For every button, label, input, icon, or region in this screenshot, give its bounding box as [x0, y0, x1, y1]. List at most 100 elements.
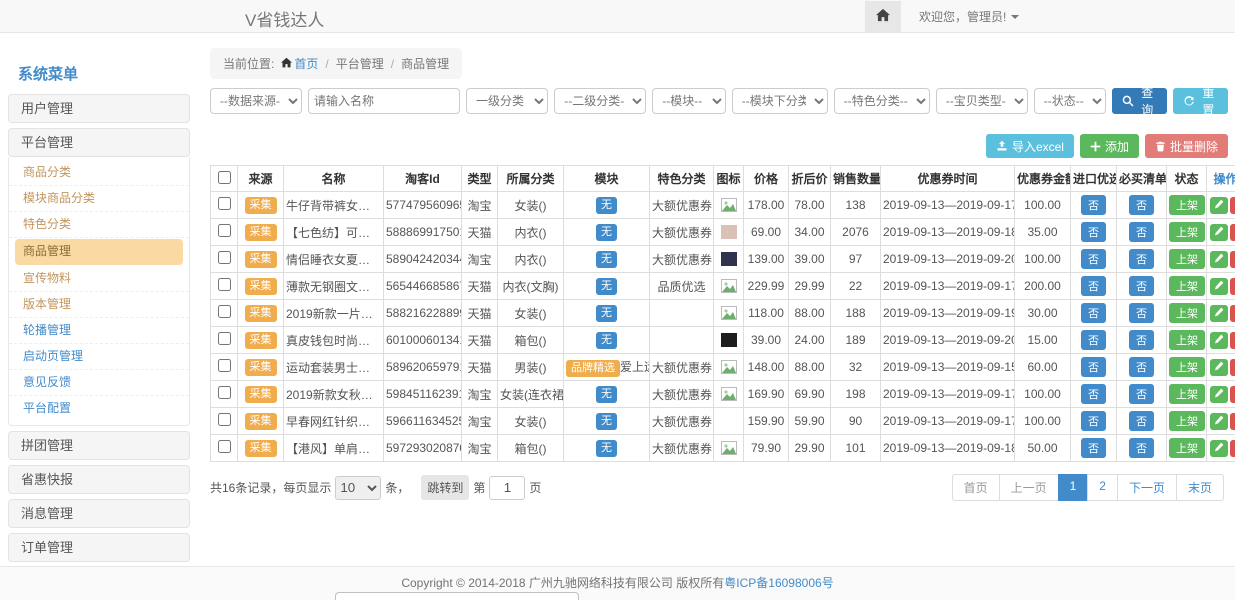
item-type-select[interactable]: --宝贝类型-- — [936, 88, 1028, 114]
home-button[interactable] — [865, 1, 901, 33]
status-on-shelf-button[interactable]: 上架 — [1169, 438, 1205, 458]
sidebar-item-商品分类[interactable]: 商品分类 — [9, 160, 189, 186]
must-buy-toggle[interactable]: 否 — [1129, 195, 1154, 215]
select-all-checkbox[interactable] — [218, 171, 231, 184]
breadcrumb-home-link[interactable]: 首页 — [281, 55, 318, 72]
sidebar-item-特色分类[interactable]: 特色分类 — [9, 212, 189, 238]
batch-delete-button[interactable]: 批量删除 — [1145, 134, 1228, 158]
sidebar-item-平台配置[interactable]: 平台配置 — [9, 396, 189, 422]
add-button[interactable]: 添加 — [1080, 134, 1139, 158]
delete-button[interactable] — [1230, 251, 1235, 268]
edit-button[interactable] — [1210, 224, 1228, 241]
row-checkbox[interactable] — [218, 278, 231, 291]
row-checkbox[interactable] — [218, 386, 231, 399]
delete-button[interactable] — [1230, 224, 1235, 241]
must-buy-toggle[interactable]: 否 — [1129, 249, 1154, 269]
sidebar-group-平台管理[interactable]: 平台管理 — [8, 128, 190, 157]
sidebar-group-拼团管理[interactable]: 拼团管理 — [8, 431, 190, 460]
edit-button[interactable] — [1210, 278, 1228, 295]
import-select-toggle[interactable]: 否 — [1081, 411, 1106, 431]
must-buy-toggle[interactable]: 否 — [1129, 357, 1154, 377]
row-checkbox[interactable] — [218, 359, 231, 372]
sidebar-item-意见反馈[interactable]: 意见反馈 — [9, 370, 189, 396]
sidebar-item-商品管理[interactable]: 商品管理 — [15, 239, 183, 265]
feature-category-select[interactable]: --特色分类-- — [834, 88, 930, 114]
import-select-toggle[interactable]: 否 — [1081, 195, 1106, 215]
row-checkbox[interactable] — [218, 224, 231, 237]
delete-button[interactable] — [1230, 413, 1235, 430]
user-menu[interactable]: 欢迎您，管理员! — [919, 8, 1019, 25]
per-page-select[interactable]: 10 — [335, 476, 381, 500]
module-select[interactable]: --模块-- — [652, 88, 725, 114]
jump-page-input[interactable] — [489, 476, 525, 500]
sidebar-item-模块商品分类[interactable]: 模块商品分类 — [9, 186, 189, 212]
edit-button[interactable] — [1210, 251, 1228, 268]
sidebar-group-用户管理[interactable]: 用户管理 — [8, 94, 190, 123]
sidebar-item-启动页管理[interactable]: 启动页管理 — [9, 344, 189, 370]
sidebar-item-宣传物料[interactable]: 宣传物料 — [9, 266, 189, 292]
edit-button[interactable] — [1210, 332, 1228, 349]
search-button[interactable]: 查询 — [1112, 88, 1167, 114]
status-on-shelf-button[interactable]: 上架 — [1169, 276, 1205, 296]
pager-button-下一页[interactable]: 下一页 — [1117, 474, 1177, 501]
import-select-toggle[interactable]: 否 — [1081, 303, 1106, 323]
delete-button[interactable] — [1230, 332, 1235, 349]
status-select[interactable]: --状态-- — [1034, 88, 1106, 114]
sidebar-item-版本管理[interactable]: 版本管理 — [9, 292, 189, 318]
must-buy-toggle[interactable]: 否 — [1129, 438, 1154, 458]
row-checkbox[interactable] — [218, 305, 231, 318]
pager-button-1[interactable]: 1 — [1058, 474, 1089, 501]
must-buy-toggle[interactable]: 否 — [1129, 384, 1154, 404]
pager-button-2[interactable]: 2 — [1087, 474, 1118, 501]
import-select-toggle[interactable]: 否 — [1081, 249, 1106, 269]
status-on-shelf-button[interactable]: 上架 — [1169, 384, 1205, 404]
row-checkbox[interactable] — [218, 197, 231, 210]
module-subcategory-select[interactable]: --模块下分类-- — [732, 88, 828, 114]
must-buy-toggle[interactable]: 否 — [1129, 276, 1154, 296]
row-checkbox[interactable] — [218, 251, 231, 264]
import-select-toggle[interactable]: 否 — [1081, 276, 1106, 296]
import-select-toggle[interactable]: 否 — [1081, 384, 1106, 404]
import-excel-button[interactable]: 导入excel — [986, 134, 1074, 158]
sidebar-item-轮播管理[interactable]: 轮播管理 — [9, 318, 189, 344]
status-on-shelf-button[interactable]: 上架 — [1169, 303, 1205, 323]
row-checkbox[interactable] — [218, 332, 231, 345]
pager-button-末页[interactable]: 末页 — [1176, 474, 1224, 501]
must-buy-toggle[interactable]: 否 — [1129, 222, 1154, 242]
sidebar-group-省惠快报[interactable]: 省惠快报 — [8, 465, 190, 494]
delete-button[interactable] — [1230, 359, 1235, 376]
row-checkbox[interactable] — [218, 440, 231, 453]
import-select-toggle[interactable]: 否 — [1081, 222, 1106, 242]
delete-button[interactable] — [1230, 197, 1235, 214]
delete-button[interactable] — [1230, 278, 1235, 295]
edit-button[interactable] — [1210, 440, 1228, 457]
delete-button[interactable] — [1230, 440, 1235, 457]
status-on-shelf-button[interactable]: 上架 — [1169, 411, 1205, 431]
import-select-toggle[interactable]: 否 — [1081, 330, 1106, 350]
jump-button[interactable]: 跳转到 — [421, 475, 469, 500]
must-buy-toggle[interactable]: 否 — [1129, 411, 1154, 431]
edit-button[interactable] — [1210, 305, 1228, 322]
edit-button[interactable] — [1210, 197, 1228, 214]
breadcrumb-item-platform[interactable]: 平台管理 — [336, 55, 384, 72]
edit-button[interactable] — [1210, 359, 1228, 376]
level2-category-select[interactable]: --二级分类-- — [554, 88, 646, 114]
delete-button[interactable] — [1230, 386, 1235, 403]
import-select-toggle[interactable]: 否 — [1081, 357, 1106, 377]
edit-button[interactable] — [1210, 413, 1228, 430]
icp-link[interactable]: 粤ICP备16098006号 — [724, 576, 833, 590]
status-on-shelf-button[interactable]: 上架 — [1169, 330, 1205, 350]
sidebar-group-订单管理[interactable]: 订单管理 — [8, 533, 190, 562]
level1-category-select[interactable]: 一级分类 — [466, 88, 548, 114]
sidebar-group-消息管理[interactable]: 消息管理 — [8, 499, 190, 528]
import-select-toggle[interactable]: 否 — [1081, 438, 1106, 458]
reset-button[interactable]: 重置 — [1173, 88, 1228, 114]
status-on-shelf-button[interactable]: 上架 — [1169, 357, 1205, 377]
status-on-shelf-button[interactable]: 上架 — [1169, 249, 1205, 269]
name-input[interactable] — [308, 88, 460, 114]
status-on-shelf-button[interactable]: 上架 — [1169, 195, 1205, 215]
must-buy-toggle[interactable]: 否 — [1129, 303, 1154, 323]
edit-button[interactable] — [1210, 386, 1228, 403]
status-on-shelf-button[interactable]: 上架 — [1169, 222, 1205, 242]
must-buy-toggle[interactable]: 否 — [1129, 330, 1154, 350]
